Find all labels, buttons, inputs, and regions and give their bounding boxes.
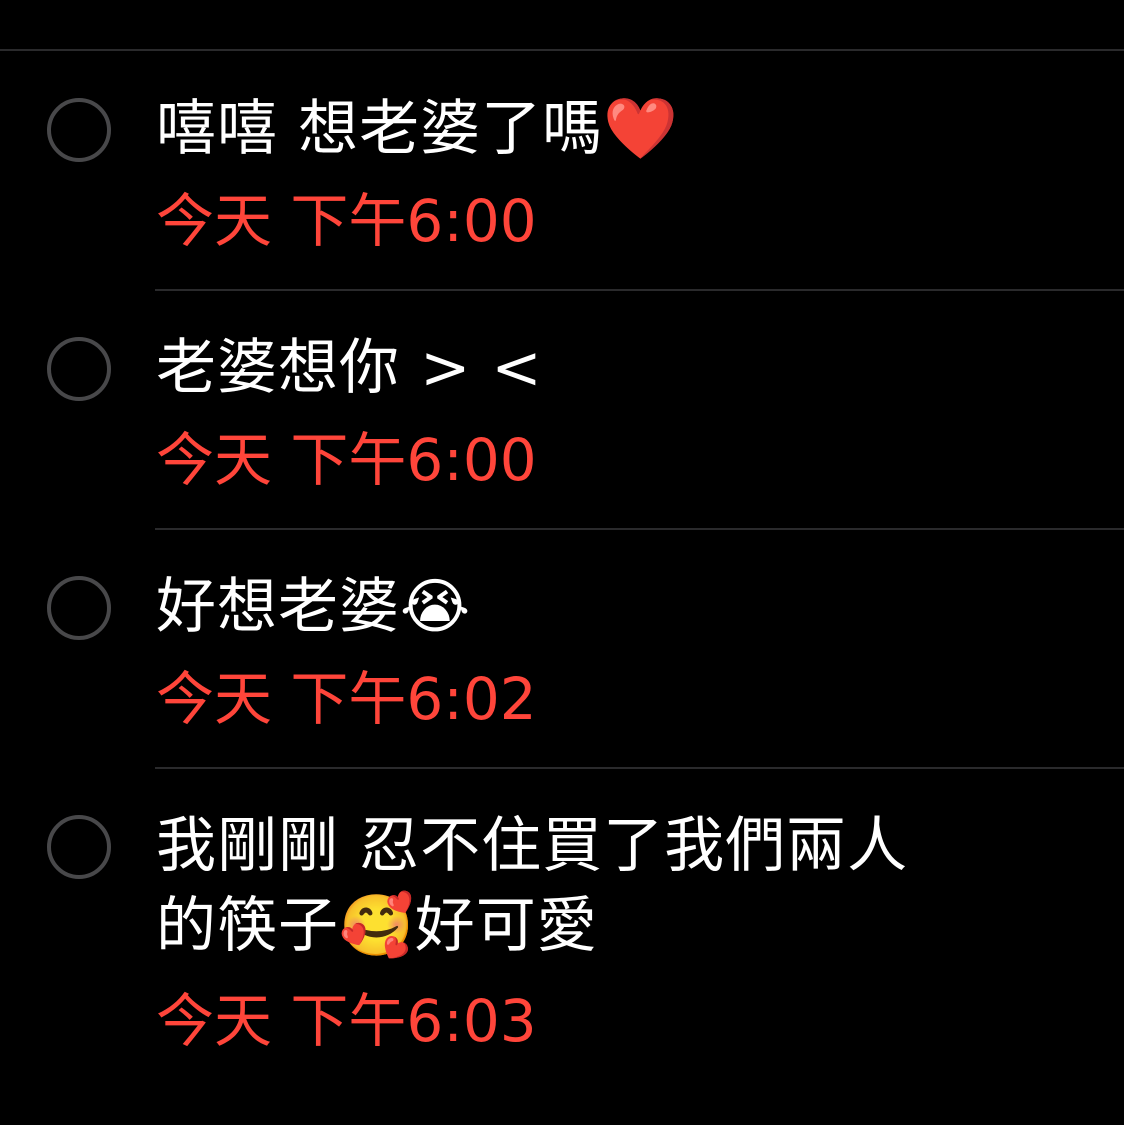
reminder-due-time: 今天 下午6:00 (156, 187, 537, 255)
complete-circle-button[interactable] (47, 337, 111, 401)
reminder-title[interactable]: 我剛剛 忍不住買了我們兩人 的筷子🥰好可愛 (156, 806, 1056, 966)
reminder-due-time: 今天 下午6:00 (156, 426, 537, 494)
reminder-item[interactable]: 嘻嘻 想老婆了嗎❤️ 今天 下午6:00 (0, 51, 1124, 291)
complete-circle-button[interactable] (47, 98, 111, 162)
reminder-title[interactable]: 好想老婆😭 (156, 567, 1056, 647)
reminder-due-time: 今天 下午6:02 (156, 665, 537, 733)
reminder-title[interactable]: 老婆想你 > < (156, 328, 1056, 408)
reminder-due-time: 今天 下午6:03 (156, 987, 537, 1055)
complete-circle-button[interactable] (47, 576, 111, 640)
reminder-item[interactable]: 老婆想你 > < 今天 下午6:00 (0, 290, 1124, 530)
complete-circle-button[interactable] (47, 815, 111, 879)
reminder-title[interactable]: 嘻嘻 想老婆了嗎❤️ (156, 89, 1056, 169)
reminder-item[interactable]: 我剛剛 忍不住買了我們兩人 的筷子🥰好可愛 今天 下午6:03 (0, 768, 1124, 1068)
reminders-list: 嘻嘻 想老婆了嗎❤️ 今天 下午6:00 老婆想你 > < 今天 下午6:00 … (0, 51, 1124, 1068)
reminder-item[interactable]: 好想老婆😭 今天 下午6:02 (0, 529, 1124, 769)
